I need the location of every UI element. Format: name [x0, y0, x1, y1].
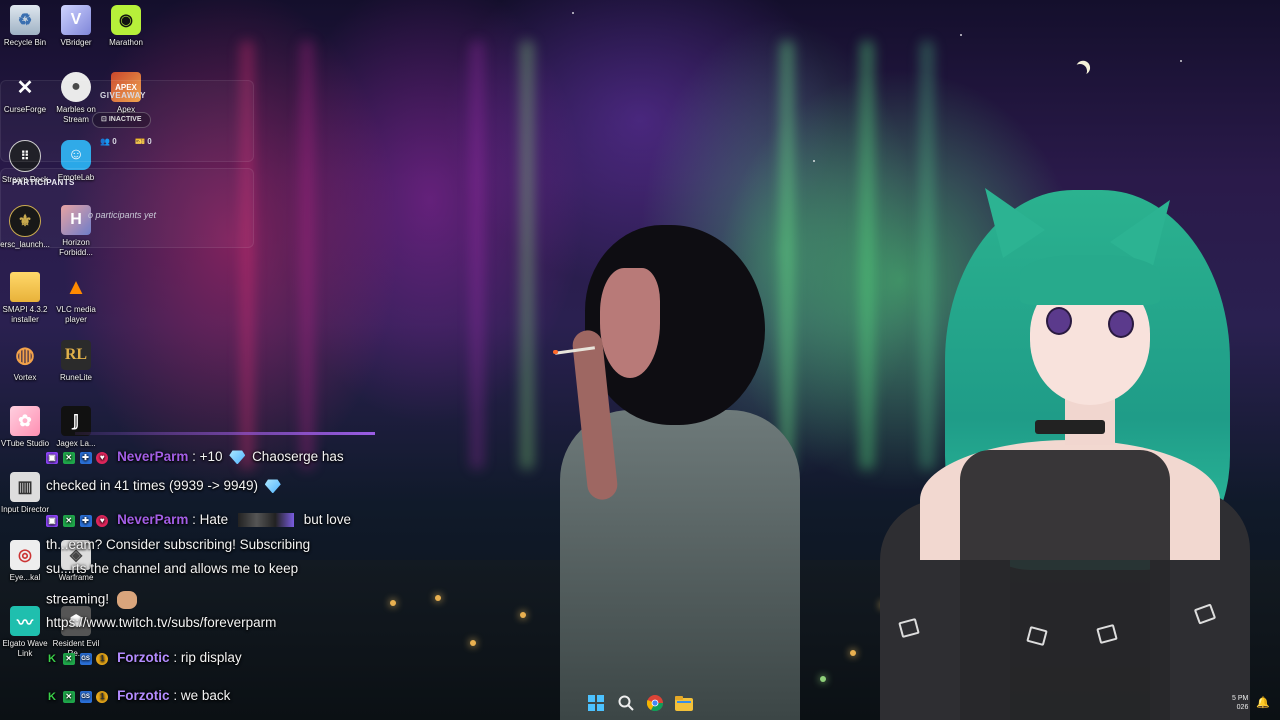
vtuber-eye-right: [1108, 310, 1134, 338]
tickets-count: 🎫 0: [135, 137, 152, 146]
mod-badge-icon: ✕: [62, 452, 75, 465]
vtuber-bangs: [1020, 255, 1160, 305]
star: [1180, 60, 1182, 62]
sub-badge-icon: GS: [79, 691, 92, 704]
mod-badge-icon: ✕: [62, 653, 75, 666]
desktop-icon-jagex-launcher[interactable]: 𝕁 Jagex La...: [48, 406, 104, 449]
crescent-moon: [1071, 62, 1089, 80]
notification-bell-icon[interactable]: 🔔: [1256, 696, 1270, 709]
giveaway-status-badge: ⊡ INACTIVE: [92, 112, 151, 128]
city-light: [850, 650, 856, 656]
chat-badges: K ✕ GS 1: [46, 651, 109, 666]
aurora-streak: [860, 40, 874, 470]
chat-username: Forzotic: [117, 688, 170, 703]
vortex-icon: ◍: [15, 342, 35, 367]
chat-message: K ✕ GS 1 Forzotic : we back: [46, 688, 230, 704]
aurora-streak: [470, 40, 484, 470]
desktop-icon-vortex[interactable]: ◍ Vortex: [0, 340, 53, 383]
kick-badge-icon: K: [48, 653, 56, 666]
ticket-icon: 🎫: [135, 137, 145, 146]
desktop-icon-runelite[interactable]: RL RuneLite: [48, 340, 104, 383]
chrome-icon[interactable]: [644, 692, 666, 714]
aurora-streak: [300, 40, 314, 470]
star: [813, 160, 815, 162]
chat-badges: K ✕ GS 1: [46, 689, 109, 704]
participants-title: PARTICIPANTS: [12, 178, 75, 187]
chat-message: K ✕ GS 1 Forzotic : rip display: [46, 650, 242, 666]
chat-message: ▣ ✕ ✚ ♥ NeverParm : +10 Chaoserge has: [46, 449, 344, 465]
lock-icon: ⊡: [101, 116, 107, 123]
marathon-icon: ◉: [111, 5, 141, 35]
chat-message-continuation: checked in 41 times (9939 -> 9949): [46, 478, 284, 494]
users-icon: 👥: [100, 137, 110, 146]
star: [572, 12, 574, 14]
censored-emote: [237, 513, 294, 528]
windows-start-icon[interactable]: [585, 692, 607, 714]
sub-badge-icon: GS: [79, 653, 92, 666]
city-light: [520, 612, 526, 618]
gold-badge-icon: 1: [96, 653, 109, 666]
entrants-count: 👥 0: [100, 137, 117, 146]
chat-link[interactable]: https://www.twitch.tv/subs/foreverparm: [46, 615, 276, 630]
vtuber-eye-left: [1046, 307, 1072, 335]
city-light: [390, 600, 396, 606]
desktop-icon-smapi[interactable]: SMAPI 4.3.2 installer: [0, 272, 53, 325]
vip-badge-icon: ✚: [79, 515, 92, 528]
star: [960, 34, 962, 36]
vbridger-icon: V: [61, 5, 91, 35]
desktop-icon-vlc[interactable]: ▲ VLC media player: [48, 272, 104, 325]
desktop-icon-marathon[interactable]: ◉ Marathon: [98, 5, 154, 48]
vtube-studio-icon: ✿: [10, 406, 40, 436]
mod-badge-icon: ✕: [62, 691, 75, 704]
diamond-emote-icon: [229, 450, 246, 465]
chat-badges: ▣ ✕ ✚ ♥: [46, 450, 109, 465]
chat-message-continuation: streaming!: [46, 591, 137, 609]
chat-badges: ▣ ✕ ✚ ♥: [46, 513, 109, 528]
aurora-streak: [780, 40, 794, 470]
city-light: [820, 676, 826, 682]
giveaway-title: GIVEAWAY: [100, 91, 146, 100]
diamond-emote-icon: [264, 479, 281, 494]
search-icon[interactable]: [615, 692, 637, 714]
chat-message: ▣ ✕ ✚ ♥ NeverParm : Hate but love: [46, 512, 351, 528]
chat-username: Forzotic: [117, 650, 170, 665]
vtuber-top: [960, 450, 1170, 720]
twitch-badge-icon: ▣: [46, 515, 58, 528]
gold-badge-icon: 1: [96, 691, 109, 704]
folder-icon: [10, 272, 40, 302]
kick-badge-icon: K: [48, 691, 56, 704]
city-light: [470, 640, 476, 646]
input-director-icon: ▥: [10, 472, 40, 502]
vtuber-choker: [1035, 420, 1105, 434]
desktop-icon-vbridger[interactable]: V VBridger: [48, 5, 104, 48]
runelite-icon: RL: [61, 340, 91, 370]
mod-badge-icon: ✕: [62, 515, 75, 528]
vlc-icon: ▲: [65, 274, 87, 299]
cat-emote-icon: [116, 591, 137, 609]
aurora-streak: [520, 40, 534, 470]
twitch-badge-icon: ▣: [46, 452, 58, 465]
recycle-bin-icon: ♻: [10, 5, 40, 35]
chat-username: NeverParm: [117, 512, 189, 527]
city-light: [435, 595, 441, 601]
elgato-wave-icon: 〰: [10, 606, 40, 636]
desktop-icon-recycle-bin[interactable]: ♻ Recycle Bin: [0, 5, 53, 48]
participants-empty-text: o participants yet: [88, 210, 157, 220]
woman-figure-face: [600, 268, 660, 378]
desktop-icon-vtube-studio[interactable]: ✿ VTube Studio: [0, 406, 53, 449]
eye-icon: ◎: [10, 540, 40, 570]
cigarette-tip: [553, 350, 558, 354]
chat-message-continuation: th...eam? Consider subscribing! Subscrib…: [46, 537, 311, 552]
chat-username: NeverParm: [117, 449, 189, 464]
heart-badge-icon: ♥: [96, 452, 109, 465]
aurora-streak: [920, 40, 934, 470]
chat-message-continuation: su...rts the channel and allows me to ke…: [46, 561, 299, 576]
chat-divider: [75, 432, 375, 435]
vip-badge-icon: ✚: [79, 452, 92, 465]
system-clock[interactable]: 5 PM 026: [1232, 694, 1248, 712]
heart-badge-icon: ♥: [96, 515, 109, 528]
file-explorer-icon[interactable]: [673, 692, 695, 714]
